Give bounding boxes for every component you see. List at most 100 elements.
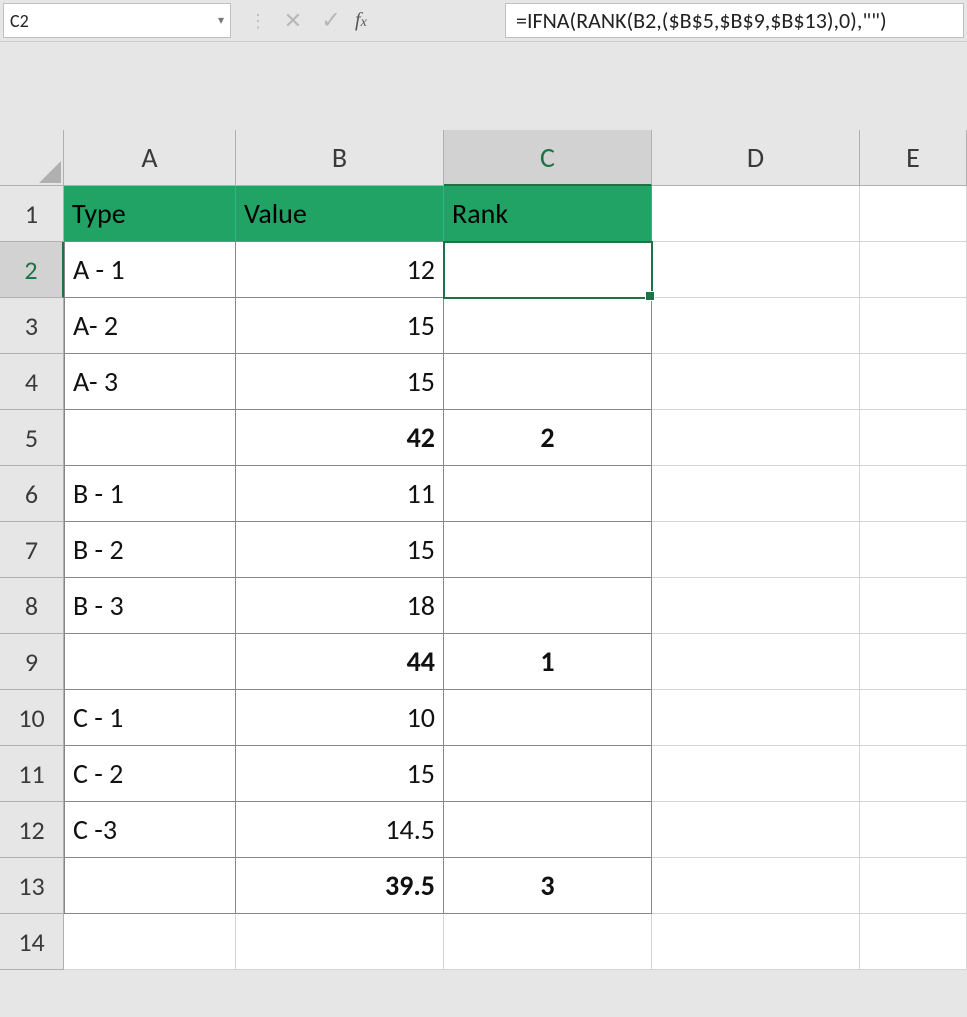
cell-D8[interactable] <box>652 578 860 634</box>
cell-C9[interactable]: 1 <box>444 634 652 690</box>
select-all-corner[interactable] <box>0 130 64 186</box>
cell-A10[interactable]: C - 1 <box>64 690 236 746</box>
cell-D1[interactable] <box>652 186 860 242</box>
cell-C8[interactable] <box>444 578 652 634</box>
col-header-A[interactable]: A <box>64 130 236 186</box>
col-header-C[interactable]: C <box>444 130 652 186</box>
cell-A1[interactable]: Type <box>64 186 236 242</box>
cell-E5[interactable] <box>860 410 967 466</box>
cell-B3[interactable]: 15 <box>236 298 444 354</box>
cell-B2[interactable]: 12 <box>236 242 444 298</box>
cell-C1[interactable]: Rank <box>444 186 652 242</box>
cell-E4[interactable] <box>860 354 967 410</box>
name-box[interactable]: C2 ▾ <box>3 3 231 38</box>
cell-D5[interactable] <box>652 410 860 466</box>
cell-C4[interactable] <box>444 354 652 410</box>
row-header-2[interactable]: 2 <box>0 242 64 298</box>
cell-C3[interactable] <box>444 298 652 354</box>
row-header-6[interactable]: 6 <box>0 466 64 522</box>
cell-A2[interactable]: A - 1 <box>64 242 236 298</box>
cell-C13[interactable]: 3 <box>444 858 652 914</box>
col-header-E[interactable]: E <box>860 130 967 186</box>
row-header-4[interactable]: 4 <box>0 354 64 410</box>
row-header-9[interactable]: 9 <box>0 634 64 690</box>
cell-B9[interactable]: 44 <box>236 634 444 690</box>
cell-D12[interactable] <box>652 802 860 858</box>
row-header-5[interactable]: 5 <box>0 410 64 466</box>
cell-E7[interactable] <box>860 522 967 578</box>
row-header-10[interactable]: 10 <box>0 690 64 746</box>
cell-E13[interactable] <box>860 858 967 914</box>
cell-A7[interactable]: B - 2 <box>64 522 236 578</box>
cell-E10[interactable] <box>860 690 967 746</box>
formula-input[interactable]: =IFNA(RANK(B2,($B$5,$B$9,$B$13),0),"") <box>505 3 964 38</box>
cell-C2[interactable] <box>444 242 652 298</box>
cell-A4[interactable]: A- 3 <box>64 354 236 410</box>
spreadsheet-grid[interactable]: A B C D E 1 Type Value Rank 2 A - 1 12 3… <box>0 130 967 970</box>
cell-E3[interactable] <box>860 298 967 354</box>
cell-D6[interactable] <box>652 466 860 522</box>
cell-D7[interactable] <box>652 522 860 578</box>
cell-C10[interactable] <box>444 690 652 746</box>
cell-A3[interactable]: A- 2 <box>64 298 236 354</box>
cell-E1[interactable] <box>860 186 967 242</box>
cell-B4[interactable]: 15 <box>236 354 444 410</box>
cell-C6[interactable] <box>444 466 652 522</box>
cell-B1[interactable]: Value <box>236 186 444 242</box>
col-header-D[interactable]: D <box>652 130 860 186</box>
cell-B14[interactable] <box>236 914 444 970</box>
cell-E11[interactable] <box>860 746 967 802</box>
cell-C11[interactable] <box>444 746 652 802</box>
fx-icon[interactable]: fx <box>355 9 367 32</box>
cell-E12[interactable] <box>860 802 967 858</box>
cell-B8[interactable]: 18 <box>236 578 444 634</box>
row-header-3[interactable]: 3 <box>0 298 64 354</box>
cell-A6[interactable]: B - 1 <box>64 466 236 522</box>
cell-D3[interactable] <box>652 298 860 354</box>
divider-handle-icon: ⋮ <box>245 10 269 32</box>
cell-E2[interactable] <box>860 242 967 298</box>
row-header-7[interactable]: 7 <box>0 522 64 578</box>
cell-C12[interactable] <box>444 802 652 858</box>
row-header-11[interactable]: 11 <box>0 746 64 802</box>
cell-E6[interactable] <box>860 466 967 522</box>
cell-C5[interactable]: 2 <box>444 410 652 466</box>
cell-D11[interactable] <box>652 746 860 802</box>
cell-A9[interactable] <box>64 634 236 690</box>
cell-A8[interactable]: B - 3 <box>64 578 236 634</box>
cell-A12[interactable]: C -3 <box>64 802 236 858</box>
row-header-14[interactable]: 14 <box>0 914 64 970</box>
cell-A11[interactable]: C - 2 <box>64 746 236 802</box>
cell-C7[interactable] <box>444 522 652 578</box>
cell-D13[interactable] <box>652 858 860 914</box>
cell-A5[interactable] <box>64 410 236 466</box>
cell-D2[interactable] <box>652 242 860 298</box>
cell-A14[interactable] <box>64 914 236 970</box>
formula-bar: C2 ▾ ⋮ ✕ ✓ fx =IFNA(RANK(B2,($B$5,$B$9,$… <box>0 0 967 42</box>
cancel-icon: ✕ <box>279 7 307 34</box>
cell-E9[interactable] <box>860 634 967 690</box>
col-header-B[interactable]: B <box>236 130 444 186</box>
select-all-triangle-icon <box>39 161 61 183</box>
cell-B5[interactable]: 42 <box>236 410 444 466</box>
chevron-down-icon[interactable]: ▾ <box>218 13 224 28</box>
cell-E14[interactable] <box>860 914 967 970</box>
cell-E8[interactable] <box>860 578 967 634</box>
cell-D14[interactable] <box>652 914 860 970</box>
cell-B12[interactable]: 14.5 <box>236 802 444 858</box>
cell-D10[interactable] <box>652 690 860 746</box>
cell-B11[interactable]: 15 <box>236 746 444 802</box>
cell-B6[interactable]: 11 <box>236 466 444 522</box>
cell-B10[interactable]: 10 <box>236 690 444 746</box>
cell-D4[interactable] <box>652 354 860 410</box>
formula-text: =IFNA(RANK(B2,($B$5,$B$9,$B$13),0),"") <box>516 7 887 34</box>
row-header-12[interactable]: 12 <box>0 802 64 858</box>
row-header-13[interactable]: 13 <box>0 858 64 914</box>
row-header-8[interactable]: 8 <box>0 578 64 634</box>
cell-D9[interactable] <box>652 634 860 690</box>
cell-B13[interactable]: 39.5 <box>236 858 444 914</box>
cell-A13[interactable] <box>64 858 236 914</box>
cell-C14[interactable] <box>444 914 652 970</box>
cell-B7[interactable]: 15 <box>236 522 444 578</box>
row-header-1[interactable]: 1 <box>0 186 64 242</box>
